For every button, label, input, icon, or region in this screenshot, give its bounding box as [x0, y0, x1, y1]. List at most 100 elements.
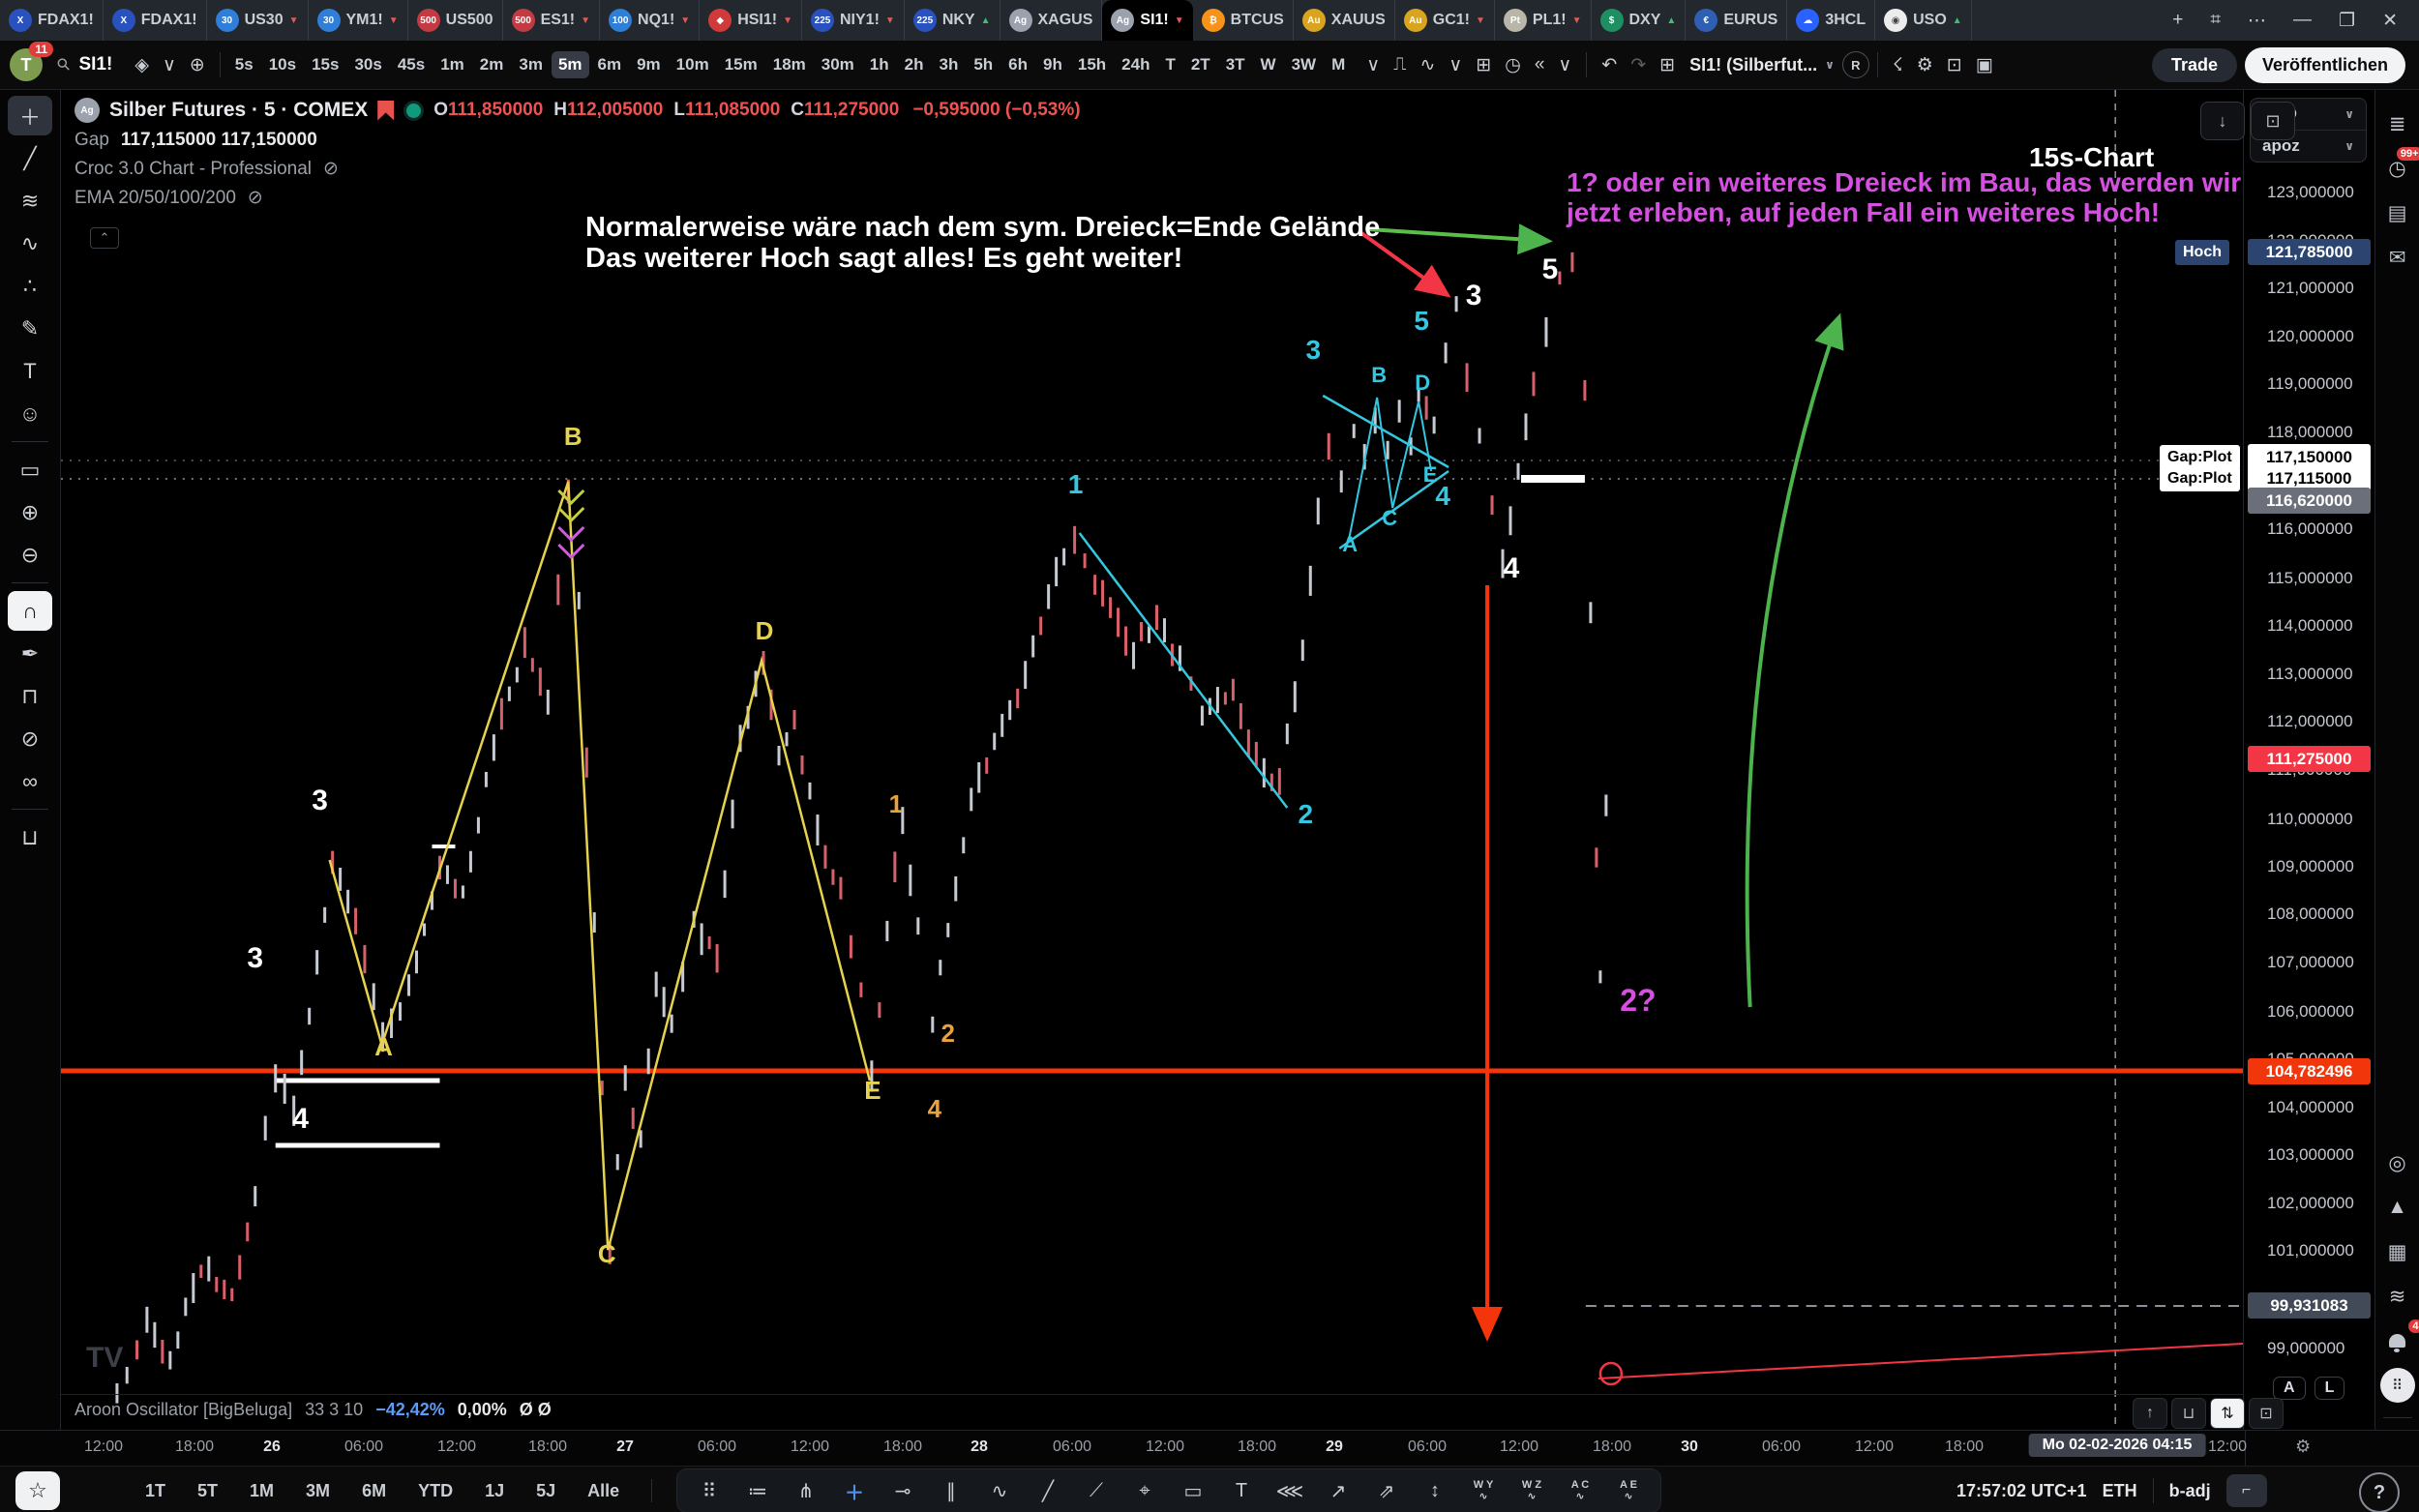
- time-tick[interactable]: 06:00: [1053, 1438, 1091, 1456]
- timeframe-30m[interactable]: 30m: [815, 51, 861, 78]
- time-tick[interactable]: 26: [263, 1438, 281, 1456]
- timeframe-1m[interactable]: 1m: [433, 51, 471, 78]
- adjust-label[interactable]: b-adj: [2169, 1481, 2211, 1501]
- pattern-wxy-icon[interactable]: W Y∿: [1461, 1472, 1506, 1509]
- chevron-down-icon[interactable]: ∨: [156, 54, 183, 76]
- timeframe-24h[interactable]: 24h: [1115, 51, 1156, 78]
- range-5j[interactable]: 5J: [536, 1481, 555, 1501]
- tab-xagus[interactable]: AgXAGUS: [1000, 0, 1103, 41]
- legend-collapse-button[interactable]: ⌃: [90, 227, 119, 249]
- timeframe-30s[interactable]: 30s: [347, 51, 388, 78]
- fullscreen-icon[interactable]: ⊡: [1940, 54, 1969, 76]
- time-axis[interactable]: Mo 02-02-2026 04:15 ⚙ 12:0018:002606:001…: [0, 1430, 2419, 1466]
- gann-fib-tool[interactable]: ≋: [8, 181, 52, 221]
- timeframe-W[interactable]: W: [1254, 51, 1283, 78]
- timeframe-15s[interactable]: 15s: [305, 51, 345, 78]
- range-1m[interactable]: 1M: [250, 1481, 274, 1501]
- time-tick[interactable]: 06:00: [344, 1438, 383, 1456]
- polyline-tool-icon[interactable]: ∿: [977, 1472, 1022, 1509]
- time-tick[interactable]: 12:00: [1855, 1438, 1894, 1456]
- object-layers-icon[interactable]: ▤: [2379, 191, 2416, 235]
- time-tick[interactable]: 27: [616, 1438, 634, 1456]
- tab-fdax1![interactable]: XFDAX1!: [104, 0, 207, 41]
- tab-us30[interactable]: 30US30▼: [207, 0, 309, 41]
- pane-separator[interactable]: [61, 1394, 2243, 1395]
- add-tab-button[interactable]: +: [2172, 10, 2183, 31]
- tab-gc1![interactable]: AuGC1!▼: [1395, 0, 1495, 41]
- time-tick[interactable]: 06:00: [1762, 1438, 1801, 1456]
- restore-button[interactable]: ❐: [2339, 10, 2355, 32]
- screenshot-icon[interactable]: ▣: [1969, 54, 2000, 76]
- lock-drawings-tool[interactable]: ⊓: [8, 676, 52, 716]
- time-tick[interactable]: 18:00: [1945, 1438, 1984, 1456]
- time-tick[interactable]: 12:00: [437, 1438, 476, 1456]
- time-tick[interactable]: 18:00: [1593, 1438, 1631, 1456]
- flag-icon[interactable]: [377, 101, 394, 121]
- tab-pl1![interactable]: PtPL1!▼: [1495, 0, 1592, 41]
- arrow-tool-icon[interactable]: ⇗: [1364, 1472, 1409, 1509]
- timeframe-6h[interactable]: 6h: [1001, 51, 1034, 78]
- add-symbol-icon[interactable]: ⊕: [183, 54, 212, 76]
- drawing-mode-tool[interactable]: ✒: [8, 634, 52, 673]
- range-3m[interactable]: 3M: [306, 1481, 330, 1501]
- timeframe-5h[interactable]: 5h: [967, 51, 1000, 78]
- time-tick[interactable]: 18:00: [175, 1438, 214, 1456]
- timeframe-1h[interactable]: 1h: [863, 51, 896, 78]
- crosshair-tool[interactable]: ＋: [8, 96, 52, 135]
- ema-indicator-row[interactable]: EMA 20/50/100/200 ⊘: [75, 187, 1081, 209]
- fan-lines-tool-icon[interactable]: ⋘: [1268, 1472, 1312, 1509]
- text-tool[interactable]: T: [8, 351, 52, 391]
- timeframe-3W[interactable]: 3W: [1285, 51, 1324, 78]
- indicators-icon[interactable]: ∿: [1413, 54, 1442, 76]
- alert-plus-icon[interactable]: ◷: [1498, 54, 1528, 76]
- timeframe-10s[interactable]: 10s: [262, 51, 303, 78]
- chart-settings-icon[interactable]: ⚙: [1910, 54, 1940, 76]
- timeframe-3m[interactable]: 3m: [512, 51, 550, 78]
- time-tick[interactable]: 12:00: [791, 1438, 829, 1456]
- tab-xauus[interactable]: AuXAUUS: [1294, 0, 1395, 41]
- trend-line-tool[interactable]: ╱: [8, 138, 52, 178]
- eye-off-icon[interactable]: ⊘: [248, 187, 263, 209]
- pattern-abcde-icon[interactable]: A E∿: [1606, 1472, 1651, 1509]
- tab-nky[interactable]: 225NKY▲: [905, 0, 1000, 41]
- help-button[interactable]: ?: [2359, 1472, 2400, 1512]
- chart-pane[interactable]: 33AB4CDE124123BDECA543542? Ag Silber Fut…: [61, 90, 2243, 1430]
- tab-niy1![interactable]: 225NIY1!▼: [802, 0, 905, 41]
- maximize-pane-button[interactable]: ⊡: [2251, 102, 2295, 140]
- timeframe-3T[interactable]: 3T: [1219, 51, 1252, 78]
- timeframe-9h[interactable]: 9h: [1036, 51, 1069, 78]
- pin-tool-icon[interactable]: ⌖: [1122, 1472, 1167, 1509]
- watchlist-icon[interactable]: ≣: [2379, 102, 2416, 146]
- collapse-pane-button[interactable]: ⇅: [2210, 1398, 2245, 1429]
- price-scale[interactable]: USD∨ apoz∨ A L 123,000000122,000000121,0…: [2243, 90, 2374, 1430]
- timeframe-10m[interactable]: 10m: [670, 51, 716, 78]
- tab-dxy[interactable]: $DXY▲: [1592, 0, 1687, 41]
- forecast-tool[interactable]: ∴: [8, 266, 52, 306]
- range-alle[interactable]: Alle: [587, 1481, 619, 1501]
- adjust-button[interactable]: ⌐: [2226, 1474, 2267, 1507]
- chat-icon[interactable]: ✉: [2379, 235, 2416, 280]
- auto-scale-button[interactable]: A: [2273, 1377, 2306, 1400]
- time-tick[interactable]: 06:00: [1408, 1438, 1447, 1456]
- hide-drawings-tool[interactable]: ⊘: [8, 719, 52, 758]
- gap-indicator-row[interactable]: Gap 117,115000 117,150000: [75, 130, 1081, 151]
- time-tick[interactable]: 18:00: [1238, 1438, 1276, 1456]
- range-1j[interactable]: 1J: [485, 1481, 504, 1501]
- timeframe-9m[interactable]: 9m: [630, 51, 668, 78]
- streams-icon[interactable]: ≋: [2379, 1274, 2416, 1319]
- time-tick[interactable]: 12:00: [2208, 1438, 2247, 1456]
- timeframe-15h[interactable]: 15h: [1071, 51, 1113, 78]
- chart-text-annotation-magenta[interactable]: 1? oder ein weiteres Dreieck im Bau, das…: [1567, 167, 2241, 227]
- tab-eurus[interactable]: €EURUS: [1686, 0, 1787, 41]
- chevron-down-icon[interactable]: ∨: [1551, 54, 1578, 76]
- avatar[interactable]: T 11: [10, 48, 43, 81]
- tab-btcus[interactable]: ₿BTCUS: [1193, 0, 1294, 41]
- price-chart[interactable]: 33AB4CDE124123BDECA543542?: [61, 90, 2243, 1430]
- drag-handle-icon[interactable]: ⠿: [687, 1472, 732, 1509]
- alerts-icon[interactable]: ◷99+: [2379, 146, 2416, 191]
- range-5t[interactable]: 5T: [197, 1481, 218, 1501]
- ray-tool-icon[interactable]: ⟋: [1074, 1472, 1119, 1509]
- time-tick[interactable]: 30: [1681, 1438, 1698, 1456]
- quick-search-icon[interactable]: ☇: [1886, 54, 1910, 76]
- timeframe-3h[interactable]: 3h: [932, 51, 965, 78]
